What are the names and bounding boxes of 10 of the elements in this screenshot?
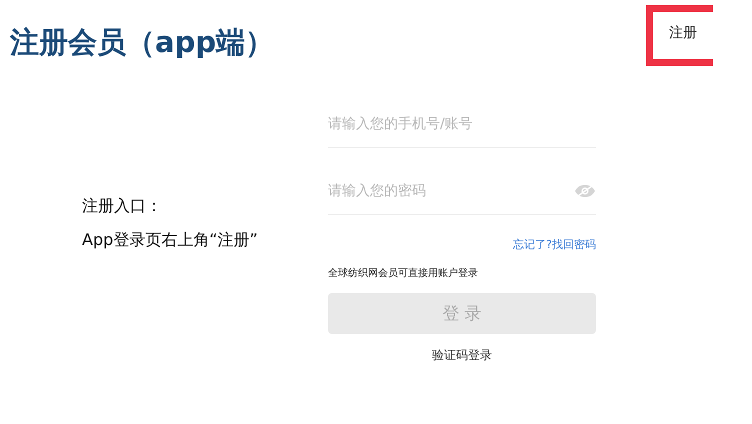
hint-text: 全球纺织网会员可直接用账户登录 — [328, 266, 479, 280]
register-link[interactable]: 注册 — [646, 5, 713, 66]
note-text: App登录页右上角“注册” — [82, 230, 259, 251]
forgot-password-link[interactable]: 忘记了?找回密码 — [513, 237, 596, 252]
page-title: 注册会员（app端） — [10, 24, 274, 61]
sms-login-link[interactable]: 验证码登录 — [432, 347, 492, 364]
account-field[interactable]: 请输入您的手机号/账号 — [328, 116, 596, 132]
note-text: 注册入口： — [82, 196, 163, 217]
eye-icon[interactable] — [574, 184, 596, 198]
password-field[interactable]: 请输入您的密码 — [328, 183, 574, 199]
